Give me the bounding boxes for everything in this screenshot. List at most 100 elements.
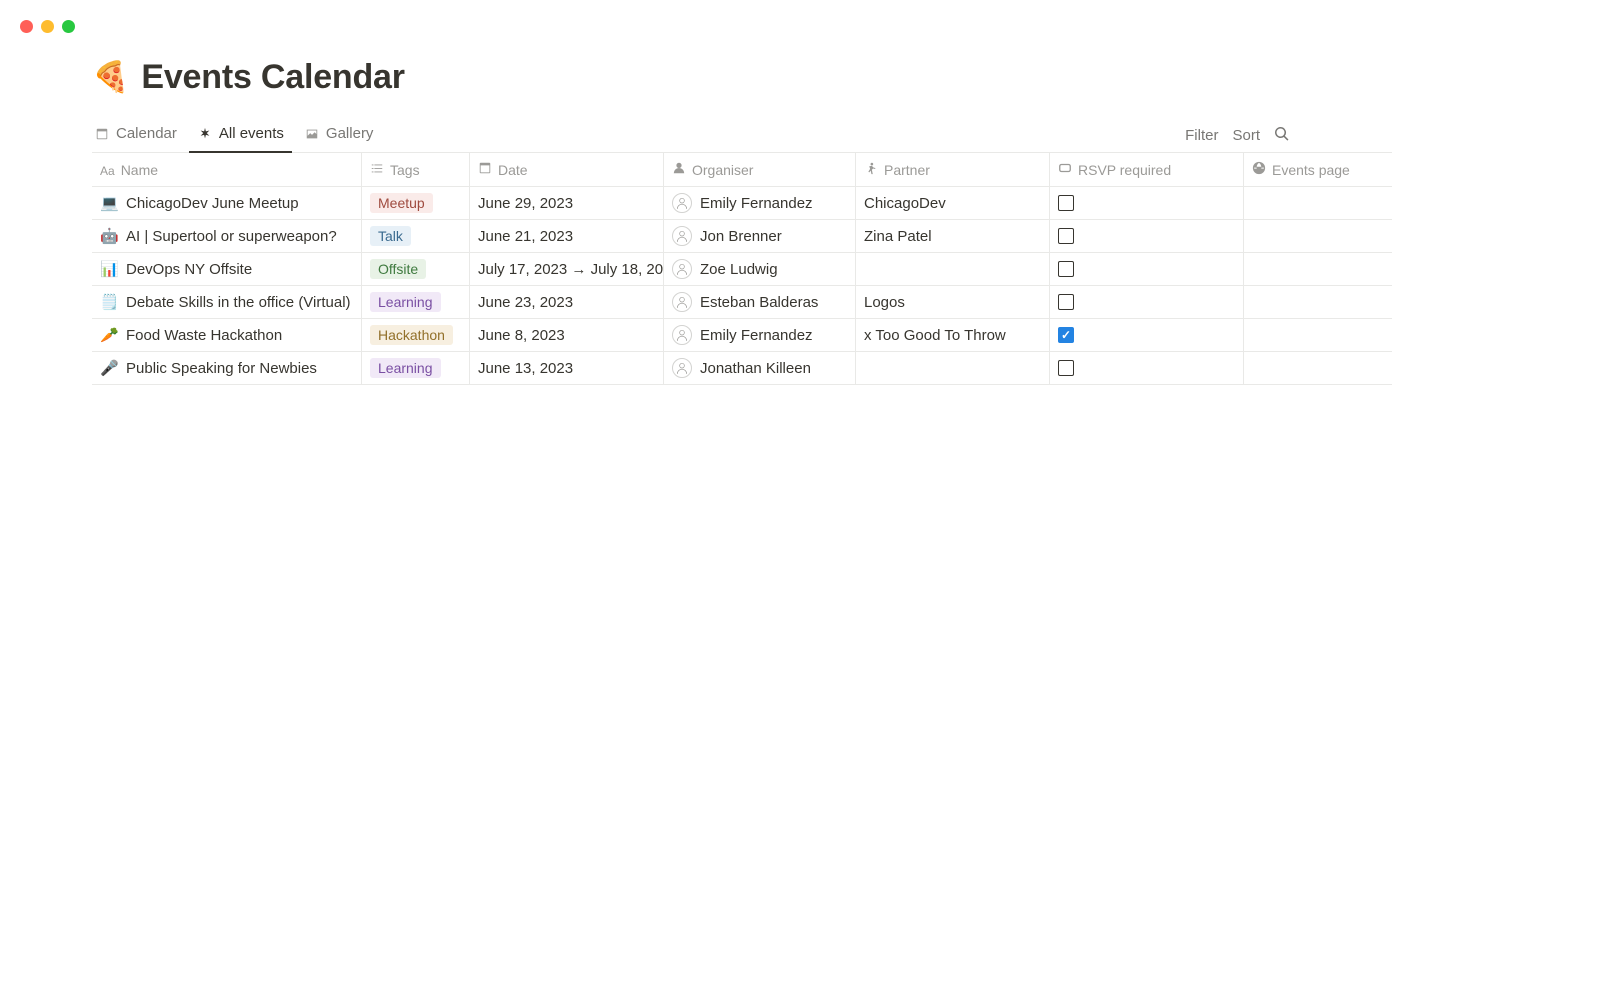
tab-gallery[interactable]: Gallery	[302, 119, 376, 152]
rsvp-checkbox[interactable]	[1058, 195, 1074, 211]
cell-partner[interactable]: x Too Good To Throw	[856, 319, 1050, 351]
column-header-eventspage[interactable]: Events page	[1244, 153, 1392, 186]
cell-name[interactable]: 🗒️ Debate Skills in the office (Virtual)	[92, 286, 362, 318]
tab-calendar[interactable]: Calendar	[92, 119, 179, 152]
cell-rsvp[interactable]	[1050, 253, 1244, 285]
cell-name[interactable]: 🥕 Food Waste Hackathon	[92, 319, 362, 351]
close-icon[interactable]	[20, 20, 33, 33]
cell-tags[interactable]: Talk	[362, 220, 470, 252]
cell-date[interactable]: June 23, 2023	[470, 286, 664, 318]
event-name: Debate Skills in the office (Virtual)	[126, 294, 351, 311]
rsvp-checkbox[interactable]	[1058, 327, 1074, 343]
window-traffic-lights	[20, 20, 75, 33]
rsvp-checkbox[interactable]	[1058, 228, 1074, 244]
cell-organiser[interactable]: Emily Fernandez	[664, 319, 856, 351]
sort-button[interactable]: Sort	[1232, 127, 1260, 144]
cell-events-page[interactable]	[1244, 253, 1392, 285]
cell-organiser[interactable]: Jonathan Killeen	[664, 352, 856, 384]
cell-tags[interactable]: Learning	[362, 352, 470, 384]
row-emoji-icon: 🎤	[100, 359, 118, 377]
cell-events-page[interactable]	[1244, 286, 1392, 318]
column-header-name[interactable]: AaName	[92, 153, 362, 186]
cell-date[interactable]: June 13, 2023	[470, 352, 664, 384]
avatar-icon	[672, 259, 692, 279]
view-tabs: Calendar All events Gallery	[92, 119, 375, 152]
minimize-icon[interactable]	[41, 20, 54, 33]
cell-tags[interactable]: Offsite	[362, 253, 470, 285]
table-row[interactable]: 💻 ChicagoDev June Meetup Meetup June 29,…	[92, 187, 1392, 220]
person-icon	[672, 161, 686, 178]
table-row[interactable]: 🤖 AI | Supertool or superweapon? Talk Ju…	[92, 220, 1392, 253]
cell-partner[interactable]: Logos	[856, 286, 1050, 318]
cell-events-page[interactable]	[1244, 319, 1392, 351]
cell-rsvp[interactable]	[1050, 220, 1244, 252]
page-emoji-icon[interactable]: 🍕	[92, 63, 129, 93]
cell-organiser[interactable]: Emily Fernandez	[664, 187, 856, 219]
cell-partner[interactable]	[856, 253, 1050, 285]
globe-icon	[1252, 161, 1266, 178]
list-icon	[370, 161, 384, 178]
cell-name[interactable]: 📊 DevOps NY Offsite	[92, 253, 362, 285]
tag-badge: Hackathon	[370, 325, 453, 345]
cell-date[interactable]: June 29, 2023	[470, 187, 664, 219]
column-header-tags[interactable]: Tags	[362, 153, 470, 186]
partner-text: ChicagoDev	[864, 195, 946, 212]
cell-tags[interactable]: Learning	[362, 286, 470, 318]
cell-rsvp[interactable]	[1050, 352, 1244, 384]
event-name: DevOps NY Offsite	[126, 261, 252, 278]
cell-organiser[interactable]: Esteban Balderas	[664, 286, 856, 318]
cell-date[interactable]: June 8, 2023	[470, 319, 664, 351]
rsvp-checkbox[interactable]	[1058, 261, 1074, 277]
column-header-partner[interactable]: Partner	[856, 153, 1050, 186]
date-text: June 13, 2023	[478, 360, 573, 377]
partner-text: Zina Patel	[864, 228, 932, 245]
cell-events-page[interactable]	[1244, 352, 1392, 384]
row-emoji-icon: 💻	[100, 194, 118, 212]
date-text: June 29, 2023	[478, 195, 573, 212]
rsvp-checkbox[interactable]	[1058, 360, 1074, 376]
organiser-name: Emily Fernandez	[700, 195, 813, 212]
cell-date[interactable]: July 17, 2023 → July 18, 2023	[470, 253, 664, 285]
cell-events-page[interactable]	[1244, 220, 1392, 252]
column-header-organiser[interactable]: Organiser	[664, 153, 856, 186]
column-header-date[interactable]: Date	[470, 153, 664, 186]
table-row[interactable]: 🗒️ Debate Skills in the office (Virtual)…	[92, 286, 1392, 319]
row-emoji-icon: 🗒️	[100, 293, 118, 311]
search-icon[interactable]	[1274, 126, 1290, 146]
cell-tags[interactable]: Meetup	[362, 187, 470, 219]
event-name: Food Waste Hackathon	[126, 327, 282, 344]
column-label: RSVP required	[1078, 162, 1171, 178]
view-controls: Filter Sort	[1185, 126, 1290, 146]
column-label: Tags	[390, 162, 420, 178]
partner-text: x Too Good To Throw	[864, 327, 1006, 344]
maximize-icon[interactable]	[62, 20, 75, 33]
rsvp-checkbox[interactable]	[1058, 294, 1074, 310]
tab-label: Calendar	[116, 125, 177, 142]
cell-partner[interactable]	[856, 352, 1050, 384]
filter-button[interactable]: Filter	[1185, 127, 1218, 144]
cell-partner[interactable]: Zina Patel	[856, 220, 1050, 252]
image-icon	[304, 126, 320, 142]
table-row[interactable]: 📊 DevOps NY Offsite Offsite July 17, 202…	[92, 253, 1392, 286]
column-header-rsvp[interactable]: RSVP required	[1050, 153, 1244, 186]
date-text: June 21, 2023	[478, 228, 573, 245]
cell-tags[interactable]: Hackathon	[362, 319, 470, 351]
table-row[interactable]: 🎤 Public Speaking for Newbies Learning J…	[92, 352, 1392, 385]
page-title[interactable]: Events Calendar	[141, 58, 404, 97]
cell-rsvp[interactable]	[1050, 319, 1244, 351]
row-emoji-icon: 🥕	[100, 326, 118, 344]
cell-rsvp[interactable]	[1050, 286, 1244, 318]
cell-rsvp[interactable]	[1050, 187, 1244, 219]
cell-name[interactable]: 🤖 AI | Supertool or superweapon?	[92, 220, 362, 252]
cell-name[interactable]: 💻 ChicagoDev June Meetup	[92, 187, 362, 219]
table-row[interactable]: 🥕 Food Waste Hackathon Hackathon June 8,…	[92, 319, 1392, 352]
cell-organiser[interactable]: Jon Brenner	[664, 220, 856, 252]
calendar-icon	[478, 161, 492, 178]
cell-partner[interactable]: ChicagoDev	[856, 187, 1050, 219]
organiser-name: Emily Fernandez	[700, 327, 813, 344]
cell-date[interactable]: June 21, 2023	[470, 220, 664, 252]
cell-organiser[interactable]: Zoe Ludwig	[664, 253, 856, 285]
tab-all[interactable]: All events	[195, 119, 286, 152]
cell-name[interactable]: 🎤 Public Speaking for Newbies	[92, 352, 362, 384]
cell-events-page[interactable]	[1244, 187, 1392, 219]
